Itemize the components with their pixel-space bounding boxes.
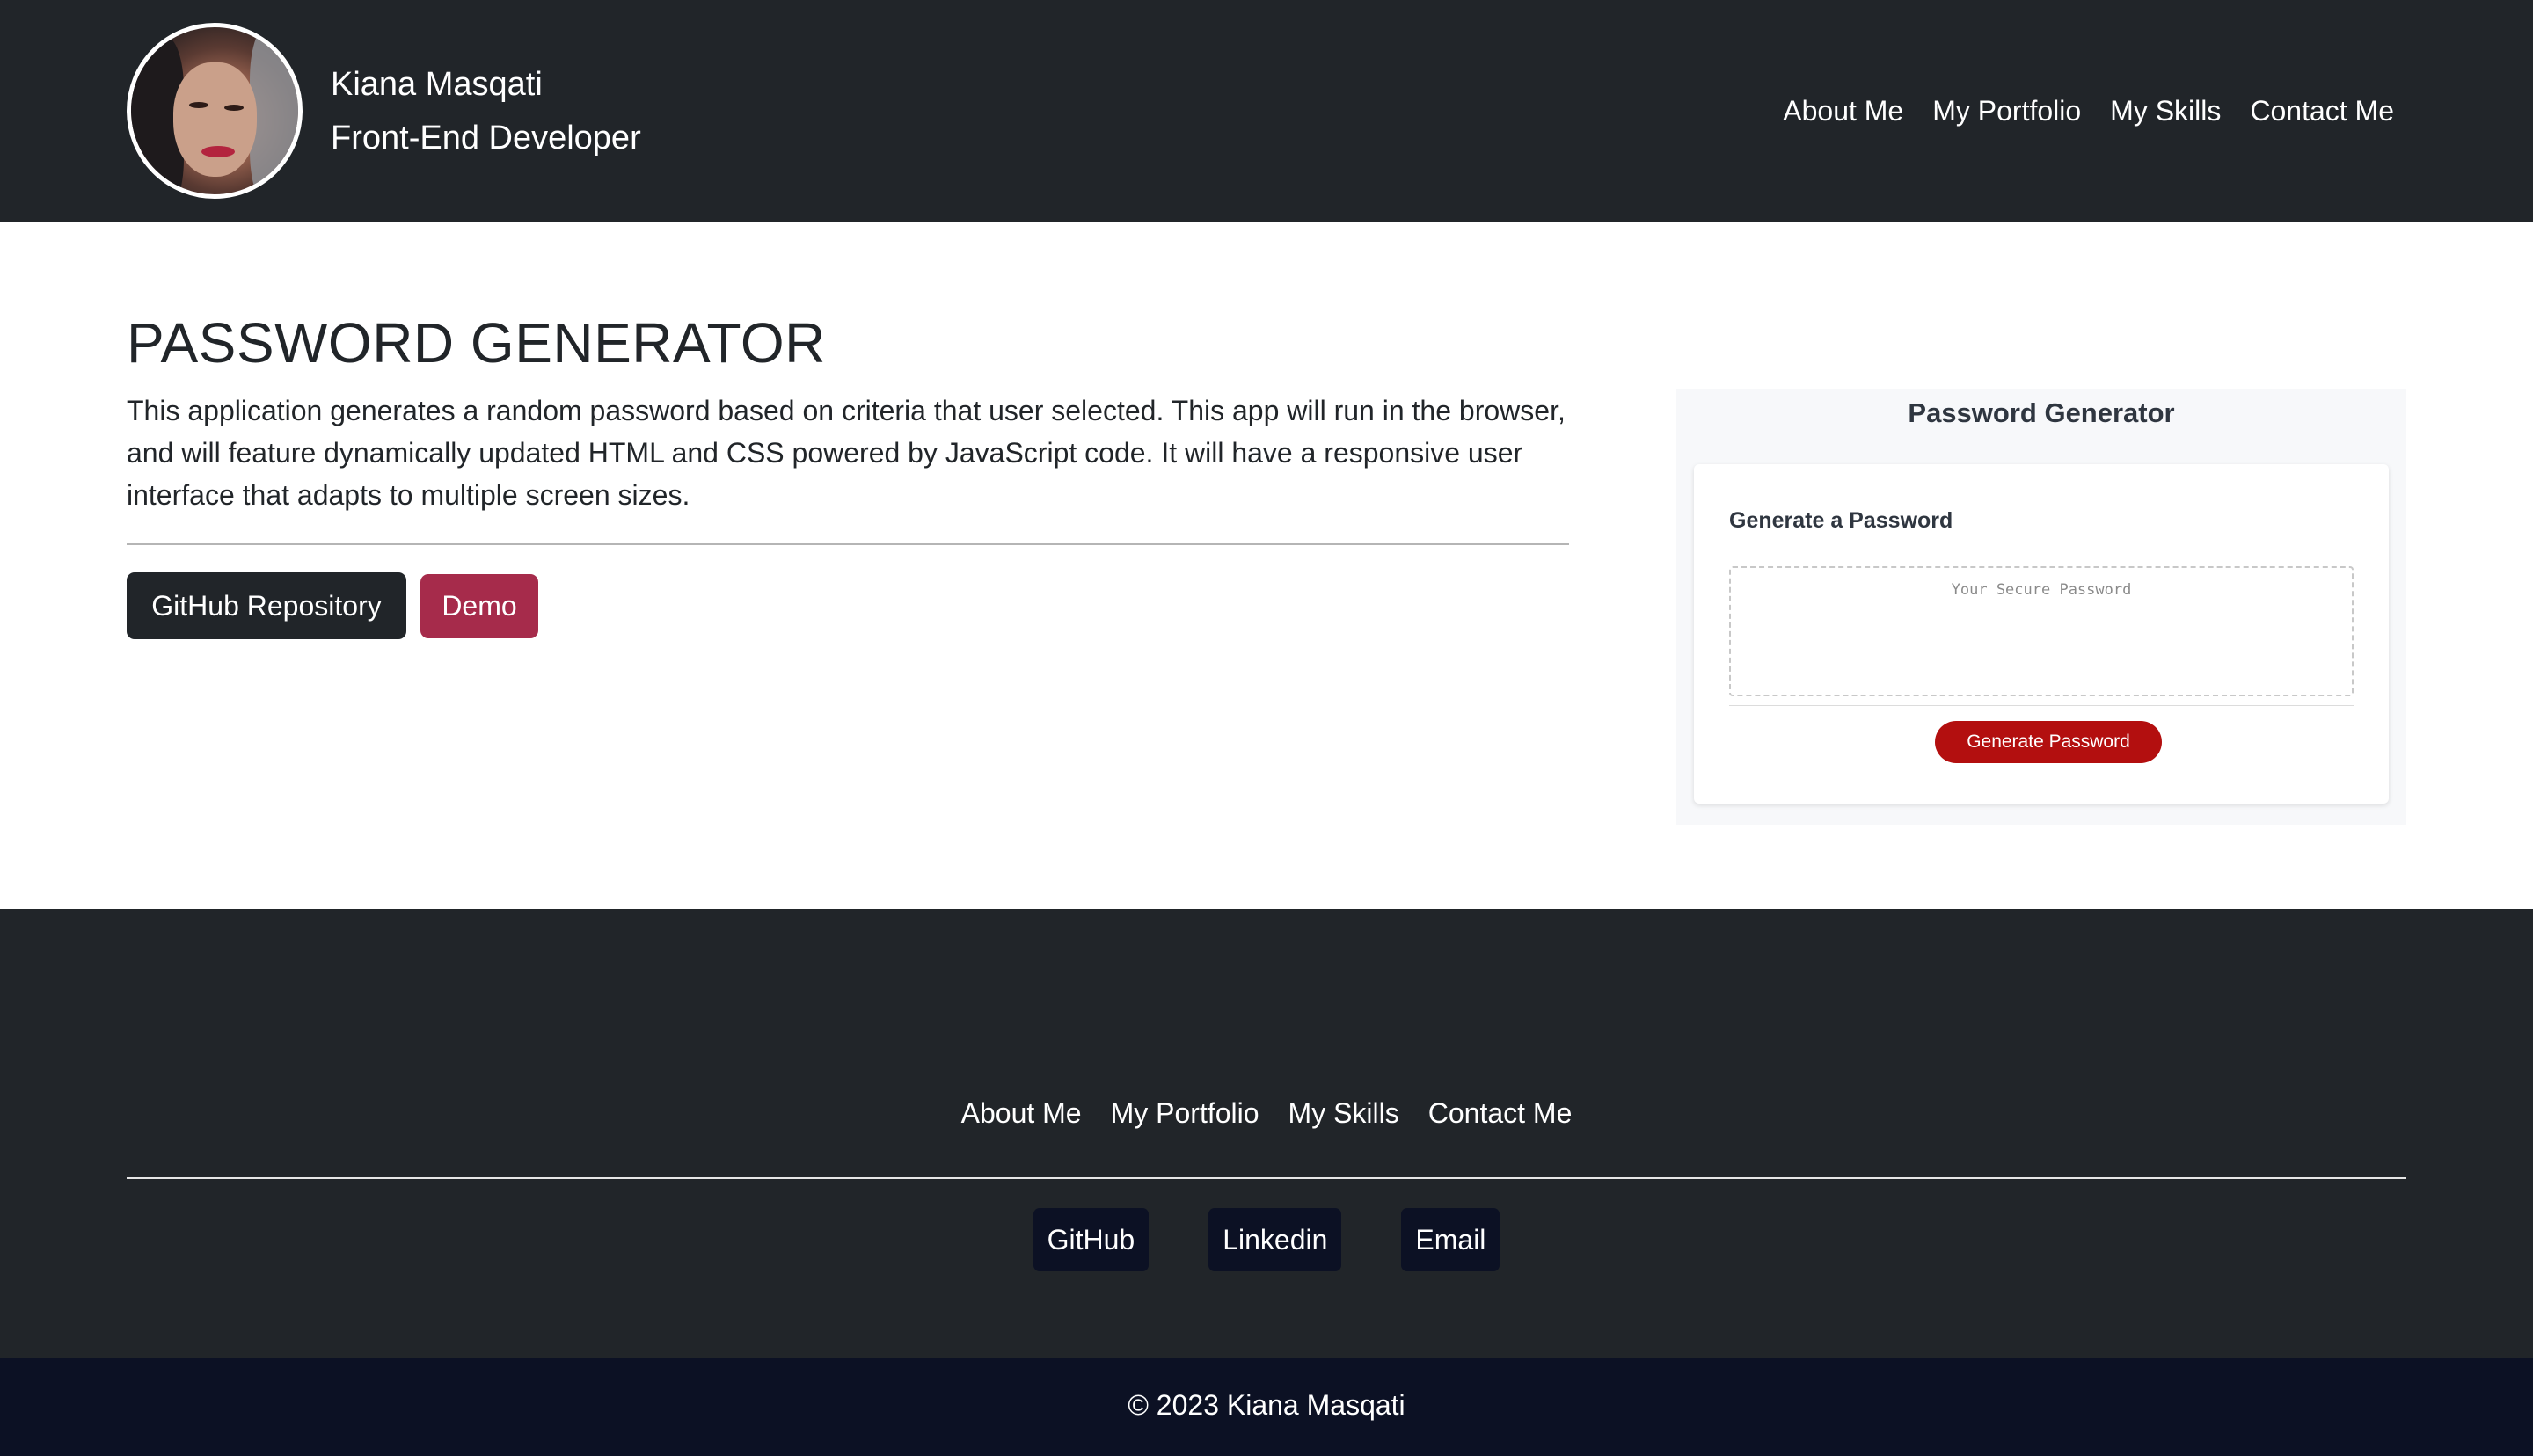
content-divider [127, 543, 1569, 545]
page-title: PASSWORD GENERATOR [127, 311, 826, 375]
social-links: GitHub Linkedin Email [0, 1208, 2533, 1271]
github-repository-button[interactable]: GitHub Repository [127, 572, 406, 639]
email-social-button[interactable]: Email [1401, 1208, 1500, 1271]
app-preview-screenshot: Password Generator Generate a Password Y… [1676, 389, 2406, 825]
profile-avatar [127, 23, 303, 199]
nav-link-contact-me[interactable]: Contact Me [2250, 93, 2394, 128]
footer-link-my-portfolio[interactable]: My Portfolio [1111, 1096, 1259, 1131]
card-heading: Generate a Password [1729, 508, 1953, 533]
linkedin-social-button[interactable]: Linkedin [1208, 1208, 1342, 1271]
footer-link-my-skills[interactable]: My Skills [1288, 1096, 1399, 1131]
github-social-button[interactable]: GitHub [1033, 1208, 1150, 1271]
brand-name: Kiana Masqati [331, 66, 543, 103]
password-placeholder: Your Secure Password [1951, 581, 2132, 599]
site-header: Kiana Masqati Front-End Developer About … [0, 0, 2533, 222]
nav-link-my-portfolio[interactable]: My Portfolio [1932, 93, 2081, 128]
project-description: This application generates a random pass… [127, 395, 1566, 511]
copyright-text: © 2023 Kiana Masqati [1128, 1389, 1405, 1421]
password-textarea: Your Secure Password [1729, 566, 2354, 696]
preview-card: Generate a Password Your Secure Password… [1694, 464, 2389, 804]
footer-divider [127, 1177, 2406, 1179]
footer-nav: About Me My Portfolio My Skills Contact … [0, 1096, 2533, 1131]
footer-link-about-me[interactable]: About Me [961, 1096, 1082, 1131]
card-divider-bottom [1729, 705, 2354, 706]
copyright-bar: © 2023 Kiana Masqati [0, 1358, 2533, 1456]
generate-password-button: Generate Password [1935, 721, 2162, 763]
preview-title: Password Generator [1908, 397, 2175, 428]
top-nav: About Me My Portfolio My Skills Contact … [1783, 93, 2394, 128]
footer-link-contact-me[interactable]: Contact Me [1428, 1096, 1573, 1131]
site-footer: About Me My Portfolio My Skills Contact … [0, 909, 2533, 1358]
nav-link-about-me[interactable]: About Me [1783, 93, 1903, 128]
nav-link-my-skills[interactable]: My Skills [2110, 93, 2221, 128]
brand-role: Front-End Developer [331, 120, 641, 157]
demo-button[interactable]: Demo [420, 574, 538, 638]
